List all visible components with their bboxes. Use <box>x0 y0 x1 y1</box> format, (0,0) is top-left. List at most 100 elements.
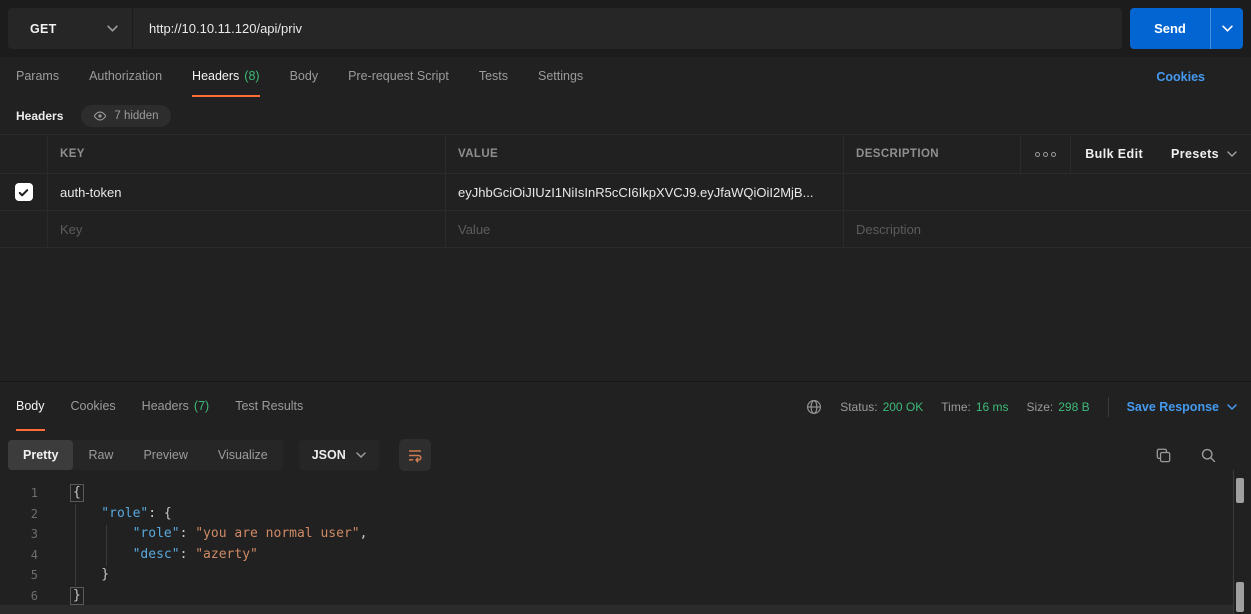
tab-settings[interactable]: Settings <box>538 57 583 97</box>
tab-pre-request-script[interactable]: Pre-request Script <box>348 57 449 97</box>
url-group: GET <box>8 8 1122 49</box>
view-mode-preview[interactable]: Preview <box>128 440 202 470</box>
row-select-cell <box>0 174 47 210</box>
description-input-cell[interactable]: Description <box>843 211 1251 247</box>
checkmark-icon <box>17 186 30 199</box>
hidden-headers-label: 7 hidden <box>114 110 158 122</box>
value-cell[interactable]: eyJhbGciOiJIUzI1NiIsInR5cCI6IkpXVCJ9.eyJ… <box>445 174 843 210</box>
chevron-down-icon <box>107 25 118 32</box>
bulk-edit-button[interactable]: Bulk Edit <box>1071 135 1157 173</box>
presets-dropdown[interactable]: Presets <box>1157 135 1251 173</box>
select-column-header <box>0 135 47 173</box>
send-split-button: Send <box>1130 8 1243 49</box>
response-tab-test-results[interactable]: Test Results <box>235 382 303 431</box>
headers-panel-title: Headers <box>16 109 63 123</box>
code-line: 1 { <box>0 483 1251 504</box>
chevron-down-icon <box>356 452 366 458</box>
response-view-bar: Pretty Raw Preview Visualize JSON <box>0 431 1251 479</box>
cookies-link[interactable]: Cookies <box>1156 70 1235 84</box>
tab-params[interactable]: Params <box>16 57 59 97</box>
wrap-text-button[interactable] <box>399 439 431 471</box>
format-label: JSON <box>312 448 346 462</box>
line-number: 4 <box>0 545 52 566</box>
row-checkbox-checked[interactable] <box>15 183 33 201</box>
divider <box>1108 397 1109 417</box>
description-column-header: DESCRIPTION Bulk Edit Presets <box>843 135 1251 173</box>
header-row-auth-token: auth-token eyJhbGciOiJIUzI1NiIsInR5cCI6I… <box>0 174 1251 211</box>
send-button[interactable]: Send <box>1130 8 1210 49</box>
wrap-text-icon <box>406 446 424 464</box>
code-line: 3 "role": "you are normal user", <box>0 524 1251 545</box>
vertical-scrollbar-thumb[interactable] <box>1236 582 1244 612</box>
value-input-cell[interactable]: Value <box>445 211 843 247</box>
key-cell[interactable]: auth-token <box>47 174 445 210</box>
request-panel-empty-space <box>0 248 1251 381</box>
format-select[interactable]: JSON <box>299 440 379 470</box>
time-metric: Time: 16 ms <box>941 400 1008 414</box>
more-options-icon <box>1035 152 1056 157</box>
key-input-cell[interactable]: Key <box>47 211 445 247</box>
vertical-scrollbar-thumb[interactable] <box>1236 478 1244 503</box>
row-select-cell <box>0 211 47 247</box>
chevron-down-icon <box>1227 151 1237 157</box>
line-number: 6 <box>0 586 52 607</box>
table-header-row: KEY VALUE DESCRIPTION Bulk Edit Presets <box>0 135 1251 174</box>
more-options-button[interactable] <box>1020 135 1071 173</box>
postman-request-window: GET Send Params Authorization Headers (8… <box>0 0 1251 614</box>
response-tab-headers[interactable]: Headers (7) <box>142 382 210 431</box>
time-value: 16 ms <box>976 400 1009 414</box>
save-response-button[interactable]: Save Response <box>1127 400 1237 414</box>
size-metric: Size: 298 B <box>1027 400 1090 414</box>
empty-header-row: Key Value Description <box>0 211 1251 247</box>
response-headers-count-badge: (7) <box>194 399 209 413</box>
tab-headers[interactable]: Headers (8) <box>192 57 260 97</box>
request-bar: GET Send <box>0 0 1251 57</box>
send-options-button[interactable] <box>1210 8 1243 49</box>
tab-tests[interactable]: Tests <box>479 57 508 97</box>
code-line: 4 "desc": "azerty" <box>0 545 1251 566</box>
headers-table: KEY VALUE DESCRIPTION Bulk Edit Presets <box>0 134 1251 248</box>
search-icon[interactable] <box>1200 447 1217 464</box>
response-tab-cookies[interactable]: Cookies <box>71 382 116 431</box>
status-value: 200 OK <box>883 400 924 414</box>
method-select[interactable]: GET <box>8 8 133 49</box>
line-number: 3 <box>0 524 52 545</box>
size-label: Size: <box>1027 400 1054 414</box>
response-tabs: Body Cookies Headers (7) Test Results <box>8 382 303 431</box>
globe-icon[interactable] <box>806 399 822 415</box>
method-label: GET <box>30 22 57 36</box>
status-metric: Status: 200 OK <box>840 400 923 414</box>
headers-count-badge: (8) <box>244 69 259 83</box>
response-tab-body[interactable]: Body <box>16 382 45 431</box>
time-label: Time: <box>941 400 971 414</box>
table-header-controls: Bulk Edit Presets <box>1020 135 1251 173</box>
view-mode-raw[interactable]: Raw <box>73 440 128 470</box>
value-column-header: VALUE <box>445 135 843 173</box>
eye-icon <box>93 109 107 123</box>
code-line: 6 } <box>0 586 1251 607</box>
response-body-editor[interactable]: 1 { 2 "role": { 3 "role": "you are norma… <box>0 479 1251 614</box>
line-number: 5 <box>0 565 52 586</box>
headers-panel-header: Headers 7 hidden <box>0 97 1251 134</box>
horizontal-scrollbar[interactable] <box>0 605 1233 614</box>
status-label: Status: <box>840 400 877 414</box>
hidden-headers-toggle[interactable]: 7 hidden <box>81 105 170 127</box>
line-number: 2 <box>0 504 52 525</box>
chevron-down-icon <box>1222 25 1233 32</box>
indent-guide <box>75 504 76 586</box>
request-tabs: Params Authorization Headers (8) Body Pr… <box>0 57 1251 97</box>
view-mode-switch: Pretty Raw Preview Visualize <box>8 440 283 470</box>
size-value: 298 B <box>1058 400 1089 414</box>
code-line: 5 } <box>0 565 1251 586</box>
tab-authorization[interactable]: Authorization <box>89 57 162 97</box>
response-header: Body Cookies Headers (7) Test Results St… <box>0 381 1251 431</box>
open-brace: { <box>70 484 84 502</box>
view-mode-visualize[interactable]: Visualize <box>203 440 283 470</box>
url-input[interactable] <box>133 8 1122 49</box>
copy-icon[interactable] <box>1155 447 1172 464</box>
tab-body[interactable]: Body <box>290 57 319 97</box>
view-mode-pretty[interactable]: Pretty <box>8 440 73 470</box>
chevron-down-icon <box>1227 404 1237 410</box>
description-cell[interactable] <box>843 174 1251 210</box>
key-column-header: KEY <box>47 135 445 173</box>
